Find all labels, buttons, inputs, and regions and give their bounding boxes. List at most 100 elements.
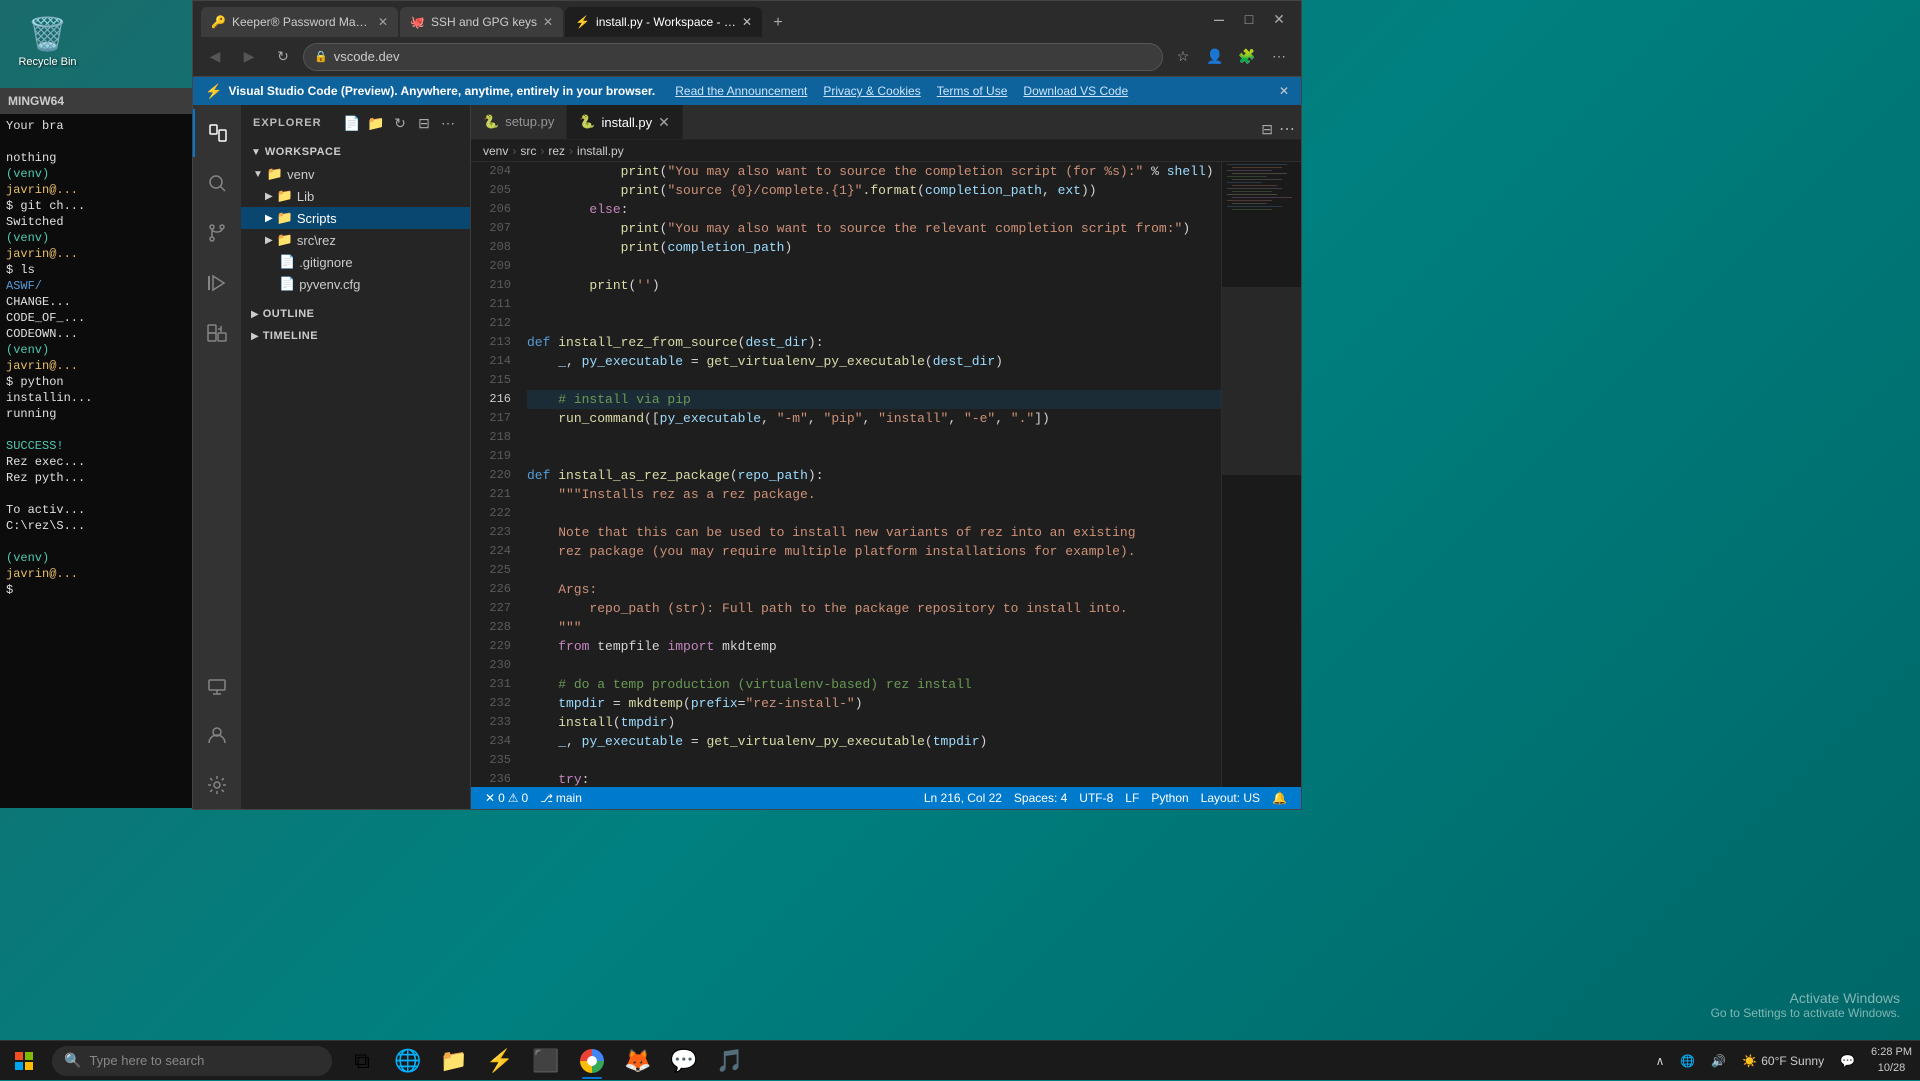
gitignore-file-item[interactable]: 📄 .gitignore (241, 251, 470, 273)
new-folder-button[interactable]: 📁 (366, 113, 386, 133)
banner-link-announcement[interactable]: Read the Announcement (675, 84, 807, 98)
split-editor-button[interactable]: ⊟ (1261, 121, 1273, 138)
activity-extensions[interactable] (193, 309, 241, 357)
activity-explorer[interactable] (193, 109, 241, 157)
activity-remote[interactable] (193, 661, 241, 709)
refresh-explorer-button[interactable]: ↻ (390, 113, 410, 133)
tray-network-icon[interactable]: 🌐 (1672, 1041, 1703, 1081)
banner-close-button[interactable]: ✕ (1279, 84, 1289, 98)
close-button[interactable]: ✕ (1265, 5, 1293, 33)
timeline-section[interactable]: ▶ TIMELINE (241, 325, 470, 347)
pyvenv-file-item[interactable]: 📄 pyvenv.cfg (241, 273, 470, 295)
lock-icon: 🔒 (314, 50, 328, 63)
status-position[interactable]: Ln 216, Col 22 (918, 787, 1008, 809)
src-rez-folder-item[interactable]: ▶ 📁 src\rez (241, 229, 470, 251)
profile-button[interactable]: 👤 (1201, 43, 1229, 71)
code-line-232: tmpdir = mkdtemp(prefix="rez-install-") (527, 694, 1221, 713)
lib-folder-icon: 📁 (277, 188, 293, 204)
tray-notifications[interactable]: 💬 (1832, 1041, 1863, 1081)
time-display: 6:28 PM (1871, 1045, 1912, 1060)
status-spaces[interactable]: Spaces: 4 (1008, 787, 1073, 809)
taskbar-task-view[interactable]: ⧉ (340, 1041, 384, 1081)
weather-icon: ☀️ (1742, 1054, 1757, 1068)
tab-vscode[interactable]: ⚡ install.py - Workspace - Visual St... … (565, 7, 762, 37)
collapse-all-button[interactable]: ⊟ (414, 113, 434, 133)
tab-github[interactable]: 🐙 SSH and GPG keys ✕ (400, 7, 563, 37)
status-layout[interactable]: Layout: US (1195, 787, 1266, 809)
activity-run[interactable] (193, 259, 241, 307)
taskbar-vscode-app[interactable]: ⚡ (478, 1041, 522, 1081)
status-errors[interactable]: ✕ 0 ⚠ 0 (479, 787, 534, 809)
workspace-section[interactable]: ▼ WORKSPACE (241, 141, 470, 163)
activity-account[interactable] (193, 711, 241, 759)
taskbar-edge-app[interactable]: 🌐 (386, 1041, 430, 1081)
vscode-tab-close[interactable]: ✕ (742, 15, 752, 29)
start-button[interactable] (0, 1041, 48, 1081)
code-content: print("You may also want to source the c… (519, 162, 1221, 787)
github-tab-close[interactable]: ✕ (543, 15, 553, 29)
extensions-button[interactable]: 🧩 (1233, 43, 1261, 71)
activity-search[interactable] (193, 159, 241, 207)
outline-section[interactable]: ▶ OUTLINE (241, 303, 470, 325)
tray-volume-icon[interactable]: 🔊 (1703, 1041, 1734, 1081)
taskbar-app-extra1[interactable]: 🦊 (616, 1041, 660, 1081)
clock-widget[interactable]: 6:28 PM 10/28 (1863, 1041, 1920, 1081)
recycle-bin-icon[interactable]: 🗑️ Recycle Bin (10, 10, 85, 72)
minimap[interactable] (1221, 162, 1301, 787)
code-area[interactable]: 204 205 206 207 208 209 210 211 212 213 … (471, 162, 1301, 787)
tab-keeper[interactable]: 🔑 Keeper® Password Manager &... ✕ (201, 7, 398, 37)
tray-up-arrow[interactable]: ∧ (1648, 1041, 1673, 1081)
activate-windows-title: Activate Windows (1711, 990, 1900, 1006)
install-py-tab[interactable]: 🐍 install.py ✕ (567, 105, 683, 139)
banner-link-download[interactable]: Download VS Code (1023, 84, 1128, 98)
activate-windows: Activate Windows Go to Settings to activ… (1711, 990, 1900, 1020)
breadcrumb-venv[interactable]: venv (483, 144, 508, 158)
refresh-button[interactable]: ↻ (269, 43, 297, 71)
taskbar-explorer-app[interactable]: 📁 (432, 1041, 476, 1081)
status-language[interactable]: Python (1145, 787, 1194, 809)
code-line-222 (527, 504, 1221, 523)
code-line-226: Args: (527, 580, 1221, 599)
address-bar[interactable]: 🔒 vscode.dev (303, 43, 1163, 71)
maximize-button[interactable]: □ (1235, 5, 1263, 33)
breadcrumb-src[interactable]: src (520, 144, 536, 158)
back-button[interactable]: ◀ (201, 43, 229, 71)
sidebar-more-button[interactable]: ⋯ (438, 113, 458, 133)
editor-more-button[interactable]: ⋯ (1279, 119, 1295, 139)
keeper-tab-icon: 🔑 (211, 15, 226, 29)
taskbar-search-icon: 🔍 (64, 1052, 81, 1069)
bookmark-button[interactable]: ☆ (1169, 43, 1197, 71)
code-line-224: rez package (you may require multiple pl… (527, 542, 1221, 561)
taskbar-app-extra3[interactable]: 🎵 (708, 1041, 752, 1081)
menu-button[interactable]: ⋯ (1265, 43, 1293, 71)
status-encoding[interactable]: UTF-8 (1073, 787, 1119, 809)
status-line-ending[interactable]: LF (1119, 787, 1145, 809)
setup-py-tab[interactable]: 🐍 setup.py (471, 105, 567, 139)
taskbar-chrome-app[interactable] (570, 1041, 614, 1081)
terminal-content[interactable]: Your bra nothing (venv) javrin@... $ git… (0, 114, 192, 808)
minimize-button[interactable]: – (1205, 5, 1233, 33)
activity-settings[interactable] (193, 761, 241, 809)
terminal-titlebar: MINGW64 (0, 88, 192, 114)
venv-folder-item[interactable]: ▼ 📁 venv (241, 163, 470, 185)
weather-widget[interactable]: ☀️ 60°F Sunny (1734, 1041, 1832, 1081)
taskbar-app-extra2[interactable]: 💬 (662, 1041, 706, 1081)
forward-button[interactable]: ▶ (235, 43, 263, 71)
taskbar-terminal-app[interactable]: ⬛ (524, 1041, 568, 1081)
lib-folder-item[interactable]: ▶ 📁 Lib (241, 185, 470, 207)
taskbar-search-bar[interactable]: 🔍 Type here to search (52, 1046, 332, 1076)
new-tab-button[interactable]: + (764, 9, 792, 37)
taskbar-time: 6:28 PM 10/28 (1871, 1045, 1912, 1076)
breadcrumb-install-py[interactable]: install.py (577, 144, 624, 158)
status-git-branch[interactable]: ⎇ main (534, 787, 588, 809)
new-file-button[interactable]: 📄 (342, 113, 362, 133)
banner-link-terms[interactable]: Terms of Use (937, 84, 1008, 98)
scripts-folder-item[interactable]: ▶ 📁 Scripts (241, 207, 470, 229)
activity-source-control[interactable] (193, 209, 241, 257)
vscode-tab-icon: ⚡ (575, 15, 590, 29)
breadcrumb-rez[interactable]: rez (548, 144, 565, 158)
keeper-tab-close[interactable]: ✕ (378, 15, 388, 29)
banner-link-privacy[interactable]: Privacy & Cookies (823, 84, 920, 98)
status-notifications[interactable]: 🔔 (1266, 787, 1293, 809)
install-py-tab-close[interactable]: ✕ (658, 114, 670, 131)
